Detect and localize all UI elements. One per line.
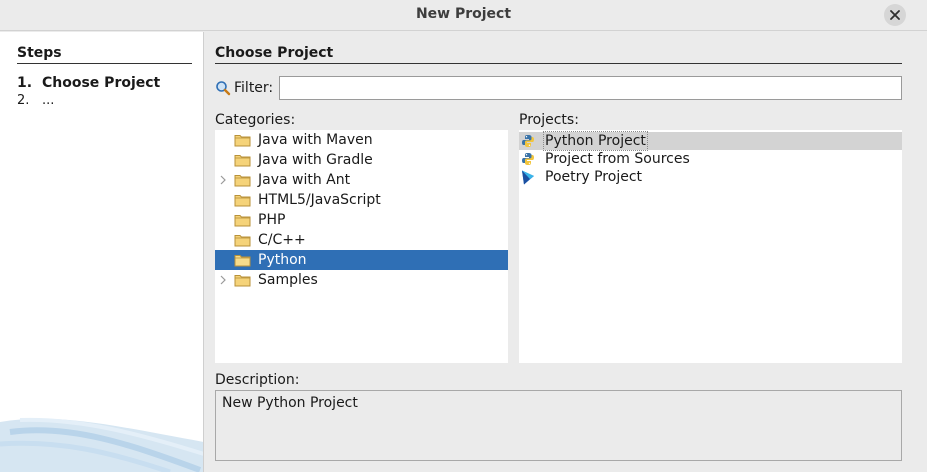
project-item[interactable]: Poetry Project (519, 168, 902, 186)
title-bar: New Project (0, 0, 927, 31)
categories-tree[interactable]: Java with Maven Java with Gradle Java with… (215, 130, 508, 363)
decorative-swoosh-graphic (0, 417, 203, 472)
filter-label: Filter: (234, 80, 274, 96)
python-icon (522, 153, 534, 165)
category-label: Java with Gradle (258, 152, 373, 168)
category-item[interactable]: Java with Gradle (215, 150, 508, 170)
step-number: 1. (17, 75, 33, 91)
category-item[interactable]: Java with Ant (215, 170, 508, 190)
description-label: Description: (215, 372, 300, 388)
step-number: 2. (17, 93, 30, 108)
poetry-icon (522, 170, 534, 185)
category-item[interactable]: C/C++ (215, 230, 508, 250)
project-label: Python Project (543, 131, 648, 151)
steps-panel: Steps 1. Choose Project 2.... (0, 32, 204, 472)
folder-icon (234, 195, 251, 207)
project-label: Poetry Project (545, 169, 643, 185)
new-project-dialog: New Project Steps 1. Choose Project 2....… (0, 0, 927, 472)
steps-divider (17, 63, 192, 64)
folder-icon (234, 255, 251, 267)
category-label: Java with Maven (258, 132, 373, 148)
description-text: New Python Project (222, 395, 358, 411)
category-label: HTML5/JavaScript (258, 192, 381, 208)
project-label: Project from Sources (545, 151, 690, 167)
category-item[interactable]: Java with Maven (215, 130, 508, 150)
folder-icon (234, 175, 251, 187)
python-icon (522, 135, 534, 147)
page-title: Choose Project (215, 45, 334, 61)
search-icon (216, 81, 231, 96)
category-label: Python (258, 252, 307, 268)
heading-divider (215, 63, 902, 64)
step-item-choose-project: 1. Choose Project (17, 75, 160, 91)
category-item[interactable]: Samples (215, 270, 508, 290)
close-icon (890, 10, 900, 20)
main-panel: Choose Project Filter: Categories: Proje… (204, 32, 927, 472)
close-button[interactable] (884, 4, 906, 26)
folder-icon (234, 135, 251, 147)
folder-icon (234, 235, 251, 247)
filter-input[interactable] (279, 76, 902, 100)
folder-icon (234, 155, 251, 167)
projects-label: Projects: (519, 112, 579, 128)
description-box: New Python Project (215, 390, 902, 461)
project-item[interactable]: Project from Sources (519, 150, 902, 168)
window-title: New Project (415, 6, 512, 22)
category-label: C/C++ (258, 232, 306, 248)
category-label: PHP (258, 212, 286, 228)
category-label: Java with Ant (258, 172, 351, 188)
projects-list[interactable]: Python Project Project from Sources Poetry… (519, 130, 902, 363)
steps-heading: Steps (17, 45, 62, 61)
step-label: ... (42, 93, 55, 108)
chevron-right-icon[interactable] (218, 274, 228, 286)
project-item[interactable]: Python Project (519, 131, 902, 151)
step-item-next: 2.... (17, 93, 54, 108)
folder-icon (234, 215, 251, 227)
category-label: Samples (258, 272, 318, 288)
folder-icon (234, 275, 251, 287)
categories-label: Categories: (215, 112, 296, 128)
chevron-right-icon[interactable] (218, 174, 228, 186)
category-item[interactable]: PHP (215, 210, 508, 230)
step-label: Choose Project (42, 75, 161, 91)
category-item[interactable]: Python (215, 250, 508, 270)
category-item[interactable]: HTML5/JavaScript (215, 190, 508, 210)
